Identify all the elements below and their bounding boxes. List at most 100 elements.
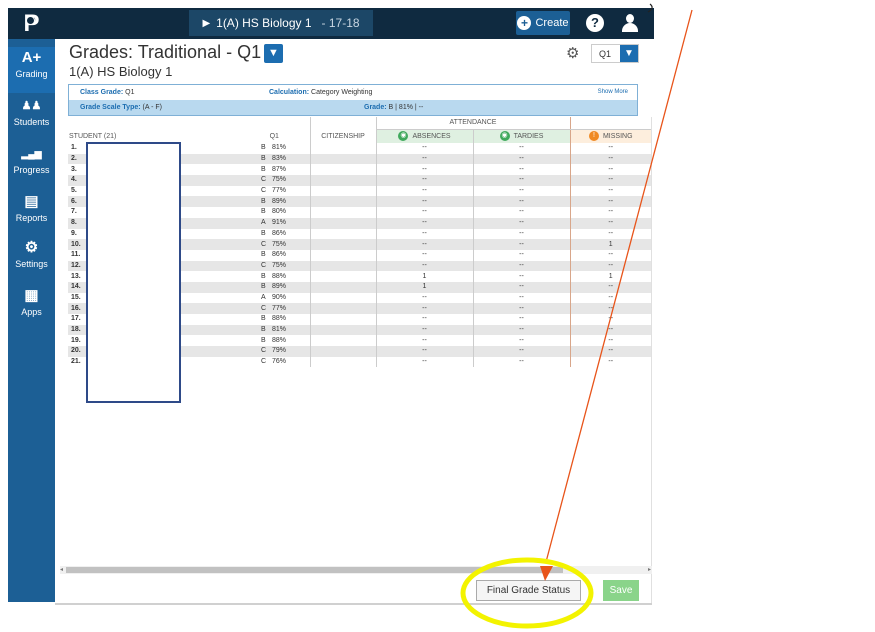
nav-progress[interactable]: ▂▄▆ Progress bbox=[8, 143, 55, 189]
grade-letter-cell: B bbox=[261, 336, 266, 344]
term-select-value: Q1 bbox=[599, 49, 612, 59]
class-selector-label: 1(A) HS Biology 1 bbox=[216, 16, 312, 30]
citizenship-cell[interactable] bbox=[309, 356, 377, 368]
scroll-right-arrow-icon[interactable]: ▸ bbox=[648, 566, 651, 573]
citizenship-cell[interactable] bbox=[309, 314, 377, 325]
grade-letter-cell: B bbox=[261, 165, 266, 173]
citizenship-cell[interactable] bbox=[309, 207, 377, 218]
grade-letter-cell: C bbox=[239, 175, 269, 186]
nav-apps[interactable]: ▦ Apps bbox=[8, 285, 55, 331]
user-icon[interactable] bbox=[621, 14, 639, 32]
grade-letter-cell: C bbox=[239, 239, 269, 250]
absences-cell: 1 bbox=[376, 281, 474, 293]
citizenship-cell[interactable] bbox=[309, 249, 377, 261]
missing-cell: -- bbox=[569, 143, 651, 154]
citizenship-cell[interactable] bbox=[309, 271, 377, 282]
citizenship-cell[interactable] bbox=[309, 303, 377, 314]
grade-percent-cell: 75% bbox=[269, 239, 310, 250]
grade-label: Grade: bbox=[364, 104, 387, 111]
nav-settings[interactable]: ⚙ Settings bbox=[8, 237, 55, 283]
tardies-cell: -- bbox=[473, 303, 570, 314]
absences-cell: -- bbox=[376, 249, 474, 261]
citizenship-cell[interactable] bbox=[309, 346, 377, 357]
missing-cell: -- bbox=[569, 303, 651, 314]
save-button[interactable]: Save bbox=[603, 580, 639, 601]
citizenship-cell[interactable] bbox=[309, 260, 377, 272]
absences-cell: -- bbox=[376, 292, 474, 304]
citizenship-cell[interactable] bbox=[309, 196, 377, 208]
show-more-link[interactable]: Show More bbox=[598, 89, 628, 95]
tardies-column-header[interactable]: ◉ TARDIES bbox=[473, 129, 570, 143]
citizenship-cell[interactable] bbox=[309, 228, 377, 240]
nav-grading[interactable]: A+ Grading bbox=[8, 47, 55, 93]
absences-cell: -- bbox=[376, 217, 474, 229]
absences-cell: -- bbox=[376, 324, 474, 336]
title-dropdown-chevron-icon[interactable]: ▼ bbox=[264, 44, 283, 63]
class-grade-label: Class Grade: bbox=[80, 89, 124, 96]
class-selector[interactable]: ▶ 1(A) HS Biology 1 - 17-18 bbox=[189, 10, 373, 36]
grade-pct: 81% bbox=[398, 104, 413, 111]
final-grade-status-button[interactable]: Final Grade Status bbox=[476, 580, 581, 601]
horizontal-scrollbar[interactable]: ◂ ▸ bbox=[60, 566, 652, 574]
citizenship-cell[interactable] bbox=[309, 185, 377, 197]
nav-students[interactable]: ♟♟ Students bbox=[8, 95, 55, 141]
missing-cell: -- bbox=[569, 185, 651, 197]
citizenship-cell[interactable] bbox=[309, 281, 377, 293]
absences-column-header[interactable]: ◉ ABSENCES bbox=[376, 129, 474, 143]
absences-cell: -- bbox=[376, 346, 474, 357]
missing-cell: -- bbox=[569, 260, 651, 272]
create-button[interactable]: + Create bbox=[516, 11, 570, 35]
scrollbar-thumb[interactable] bbox=[66, 567, 563, 573]
grade-sep-1: | bbox=[395, 104, 397, 111]
citizenship-cell[interactable] bbox=[309, 292, 377, 304]
missing-cell: -- bbox=[569, 314, 651, 325]
citizenship-cell[interactable] bbox=[309, 239, 377, 250]
citizenship-cell[interactable] bbox=[309, 217, 377, 229]
citizenship-cell[interactable] bbox=[309, 153, 377, 165]
grade-letter-cell: C bbox=[239, 346, 269, 357]
grade-percent-cell: 75% bbox=[269, 260, 310, 272]
citizenship-column-header[interactable]: CITIZENSHIP bbox=[309, 129, 377, 143]
missing-cell: -- bbox=[569, 196, 651, 208]
nav-reports[interactable]: ▤ Reports bbox=[8, 191, 55, 237]
missing-alert-icon: ! bbox=[588, 131, 599, 142]
missing-cell: -- bbox=[569, 175, 651, 186]
tardies-cell: -- bbox=[519, 272, 524, 280]
citizenship-cell[interactable] bbox=[309, 324, 377, 336]
missing-cell: -- bbox=[569, 228, 651, 240]
absences-cell: -- bbox=[376, 143, 474, 154]
grade-percent-cell: 77% bbox=[269, 303, 310, 314]
table-right-border bbox=[651, 117, 652, 603]
calculation-value: Category Weighting bbox=[311, 89, 373, 96]
citizenship-cell[interactable] bbox=[309, 175, 377, 186]
grade-letter-cell: C bbox=[261, 358, 267, 366]
tardies-cell: -- bbox=[473, 346, 570, 357]
gear-icon[interactable]: ⚙ bbox=[566, 44, 579, 62]
citizenship-cell[interactable] bbox=[309, 164, 377, 176]
grade-letter-cell: B bbox=[261, 272, 266, 280]
help-icon[interactable]: ? bbox=[586, 14, 604, 32]
missing-cell: -- bbox=[569, 335, 651, 347]
student-column-header[interactable]: STUDENT (21) bbox=[68, 129, 239, 143]
reports-icon: ▤ bbox=[24, 193, 39, 210]
absences-cell: -- bbox=[376, 260, 474, 272]
powerschool-logo[interactable]: P bbox=[8, 8, 55, 39]
missing-column-header[interactable]: ! MISSING bbox=[569, 129, 651, 143]
grade-letter-cell: C bbox=[239, 260, 269, 272]
absences-cell: -- bbox=[376, 207, 474, 218]
create-label: Create bbox=[535, 17, 569, 29]
citizenship-cell[interactable] bbox=[309, 143, 377, 154]
missing-cell: 1 bbox=[569, 271, 651, 282]
grade-percent-cell: 88% bbox=[272, 272, 287, 280]
grade-value: B bbox=[388, 104, 394, 111]
grade-percent-cell: 88% bbox=[272, 315, 287, 323]
grading-icon: A+ bbox=[21, 49, 42, 66]
q1-column-header[interactable]: Q1 bbox=[239, 129, 310, 143]
missing-cell: -- bbox=[569, 249, 651, 261]
term-select[interactable]: Q1 ▼ bbox=[591, 44, 639, 63]
absences-cell: -- bbox=[376, 335, 474, 347]
tardies-cell: -- bbox=[519, 165, 524, 173]
grade-percent-cell: 87% bbox=[272, 165, 287, 173]
scroll-left-arrow-icon[interactable]: ◂ bbox=[60, 566, 63, 573]
citizenship-cell[interactable] bbox=[309, 335, 377, 347]
